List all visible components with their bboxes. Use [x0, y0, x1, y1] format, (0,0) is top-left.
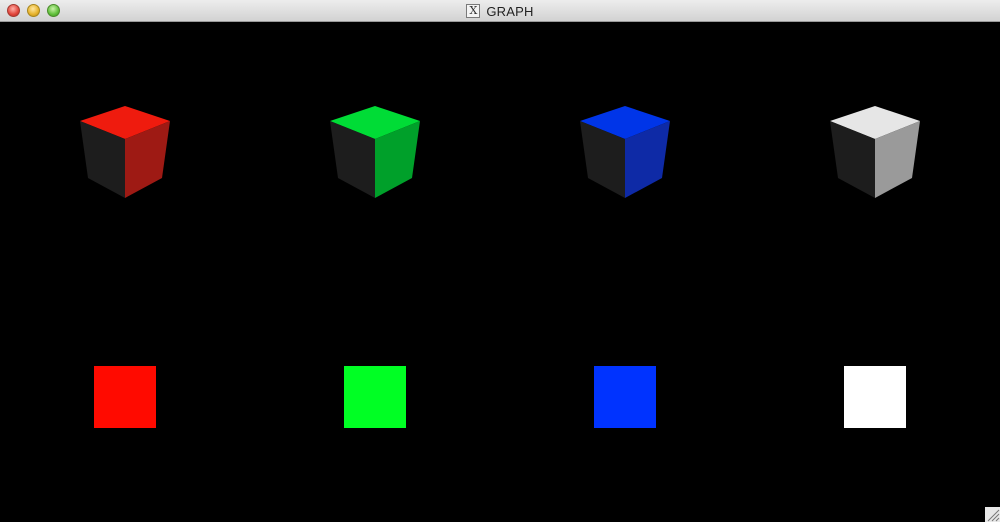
title-group: X GRAPH	[0, 0, 1000, 22]
cube-blue	[580, 106, 670, 198]
square-green	[344, 366, 406, 428]
square-blue	[594, 366, 656, 428]
square-red	[94, 366, 156, 428]
x11-icon: X	[466, 4, 481, 18]
window-title: GRAPH	[486, 3, 534, 19]
cube-white	[830, 106, 920, 198]
cube-red	[80, 106, 170, 198]
title-bar[interactable]: X GRAPH	[0, 0, 1000, 22]
graphics-canvas	[0, 22, 1000, 522]
square-white	[844, 366, 906, 428]
graph-window: X GRAPH	[0, 0, 1000, 522]
cube-green	[330, 106, 420, 198]
resize-grip-icon[interactable]	[985, 507, 1000, 522]
